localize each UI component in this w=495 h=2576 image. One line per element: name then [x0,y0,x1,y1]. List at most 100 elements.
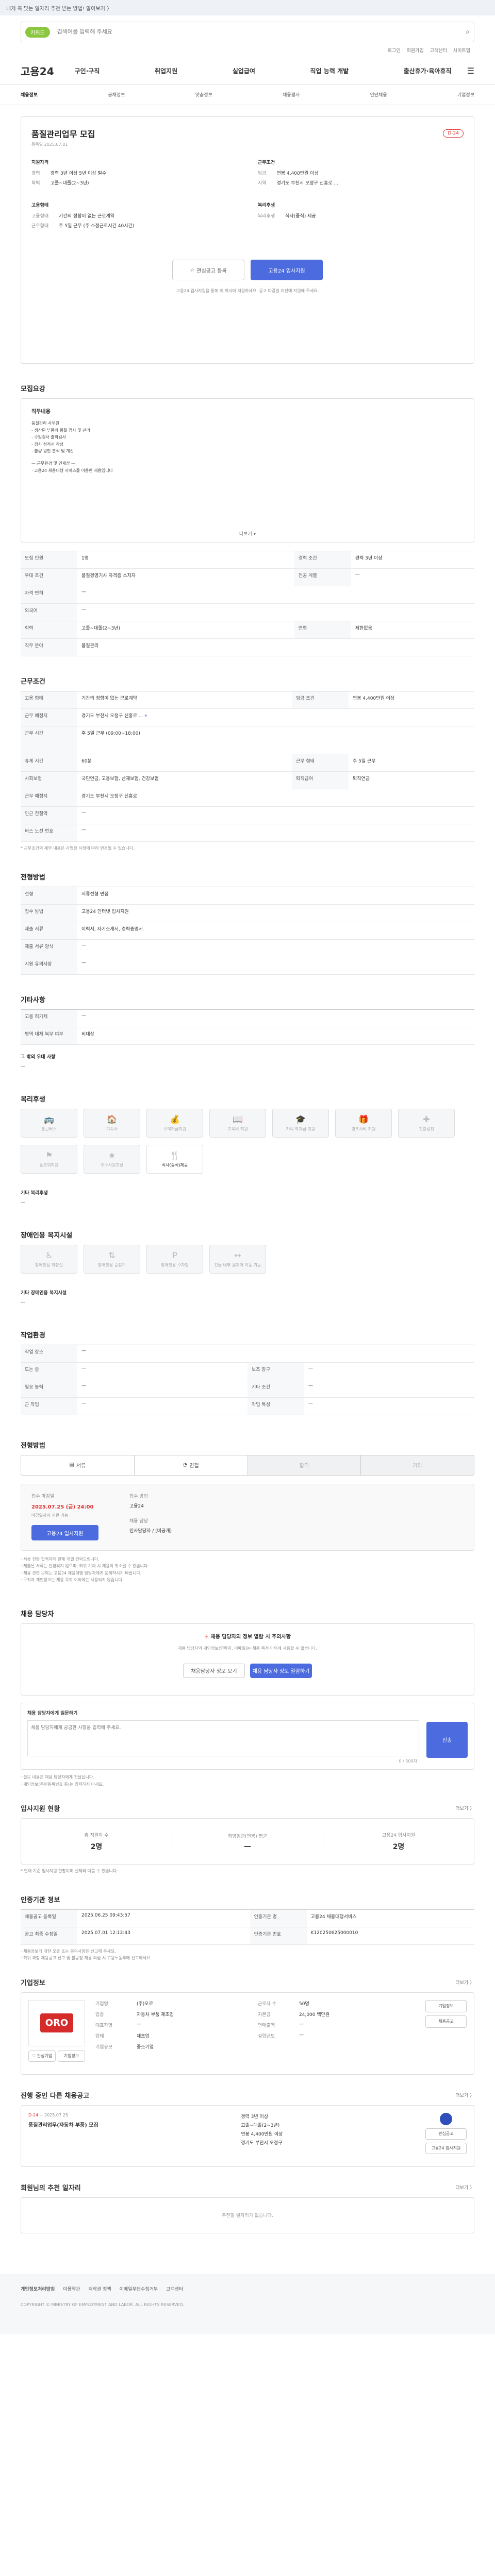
top-notice[interactable]: 내게 꼭 맞는 일자리 추천 받는 방법! 알아보기 〉 [6,4,112,12]
env-table: 작업 장소 — 도는 중 — 보조 장구 — 필요 능력 — 기타 조건 — 근 작업 — 작업 … [21,1344,474,1415]
qna-label: 채용 담당자에게 질문하기 [27,1710,78,1716]
cell-head: 도는 중 [21,1362,77,1380]
subnav-item[interactable]: 기업정보 [457,91,474,98]
welfare-label: 통근버스 [41,1126,57,1131]
recruit-table: 모집 인원 1명 경력 조건 경력 3년 이상 우대 조건 품질경영기사 자격증 소지자… [21,551,474,656]
top-notice-bar[interactable]: 내게 꼭 맞는 일자리 추천 받는 방법! 알아보기 〉 [0,0,495,15]
search-type-pill[interactable]: 키워드 [25,26,50,38]
footer-link[interactable]: 고객센터 [166,2285,183,2292]
welfare-other-value: — [21,1199,25,1205]
cell-head: 공고 최종 수정일 [21,1927,77,1945]
field-label: 지역 [258,181,267,186]
welfare-item: ⚑ 동호회지원 [21,1144,77,1174]
field-value: — [299,2021,304,2027]
subnav-item[interactable]: 맞춤정보 [195,91,212,98]
qna-textarea[interactable] [27,1720,419,1756]
cell: 비대상 [77,1027,474,1045]
apply-button[interactable]: 고용24 입사지원 [251,260,323,280]
company-info-button[interactable]: 기업정보 [58,2050,85,2062]
company-side-button[interactable]: 기업정보 [425,1999,467,2012]
cell-head: 근무 시간 [21,726,77,754]
search-icon[interactable]: ⌕ [466,28,470,36]
section-title-method: 전형방법 [21,1442,45,1450]
menu-benefit[interactable]: 실업급여 [233,66,255,75]
recommend-more-link[interactable]: 더보기 〉 [455,2184,474,2191]
menu-job[interactable]: 구인·구직 [75,66,100,75]
screen-table: 전형 서류전형 면접 접수 방법 고용24 인터넷 입사지원 제출 서류 이력서, 자… [21,886,474,975]
step-label: 면접 [189,1463,199,1469]
welfare-item: 📖 교육비 지원 [209,1108,266,1138]
field-label: 자본금 [258,2012,271,2018]
manager-open-button[interactable]: 채용 담당자 정보 열람하기 [250,1663,312,1678]
menu-icon[interactable]: ☰ [467,66,474,76]
footer-link[interactable]: 이메일무단수집거부 [120,2285,158,2292]
scrap-button[interactable]: ☆ 관심공고 등록 [172,260,244,280]
section-title-stats: 입사지원 현황 [21,1805,60,1814]
cell-head: 인증기관 번호 [250,1927,307,1945]
cell: — [77,806,474,824]
welfare-label: 건강검진 [419,1126,434,1131]
similar-more-link[interactable]: 더보기 〉 [455,2092,474,2098]
cell: — [77,824,474,842]
link-login[interactable]: 로그인 [388,47,401,54]
map-pin-icon[interactable]: ⌖ [144,714,147,719]
similar-scrap-button[interactable]: 관심공고 [425,2128,467,2140]
summary-label: 지원자격 [31,160,49,165]
similar-apply-button[interactable]: 고용24 입사지원 [425,2142,467,2154]
subnav-item[interactable]: 공채정보 [108,91,125,98]
step-etc: 기타 [360,1454,474,1476]
toilet-icon: ♿ [45,1250,53,1260]
method-apply-button[interactable]: 고용24 입사지원 [31,1525,98,1541]
site-logo[interactable]: 고용24 [21,63,54,78]
subnav-item[interactable]: 채용정보 [21,91,38,98]
menu-support[interactable]: 취업지원 [155,66,177,75]
cell: 2025.06.25 09:43:57 [77,1909,250,1927]
section-title-company: 기업정보 [21,1979,45,1987]
field-value: (주)오로 [137,2001,153,2007]
stats-note: * 현재 기준 입사지원 현황이며 실제와 다를 수 있습니다. [21,1869,118,1874]
subnav-item[interactable]: 인턴채용 [370,91,387,98]
cell: 기간의 정함이 없는 근로계약 [77,691,292,709]
section-title-env: 작업환경 [21,1331,45,1340]
company-more-link[interactable]: 더보기 〉 [455,1979,474,1986]
footer-link[interactable]: 개인정보처리방침 [21,2285,55,2292]
cell-head: 우대 조건 [21,568,77,586]
manager-view-button[interactable]: 채용담당자 정보 보기 [183,1663,245,1678]
cell-head: 전공 계열 [294,568,351,586]
similar-job-card[interactable]: D-24 ~ 2025.07.25 품질관리업무(자동차 부품) 모집 경력 3… [21,2105,474,2167]
subnav-item[interactable]: 채용행사 [283,91,300,98]
more-toggle[interactable]: 더보기 ▾ [21,530,474,537]
manager-alert-text: 채용 담당자의 정보 열람 시 주의사항 [210,1634,291,1640]
company-side-button[interactable]: 채용공고 [425,2015,467,2028]
stats-more-link[interactable]: 더보기 〉 [455,1805,474,1811]
link-sitemap[interactable]: 사이트맵 [453,47,470,54]
posted-date: 등록일 2025.07.01 [31,142,68,147]
qna-send-button[interactable]: 전송 [426,1721,468,1758]
link-signup[interactable]: 회원가입 [407,47,424,54]
field-label: 업종 [95,2012,104,2018]
similar-title[interactable]: 품질관리업무(자동차 부품) 모집 [28,2121,98,2128]
field-value: 경력 3년 이상 5년 이상 필수 [50,171,107,176]
note-line: · 채용정보에 대한 오류 또는 문의사항은 신고해 주세요. [21,1948,116,1954]
footer-link[interactable]: 이용약관 [63,2285,80,2292]
cell-head: 직무 분야 [21,638,77,656]
footer-link[interactable]: 저작권 정책 [88,2285,111,2292]
cell: 국민연금, 고용보험, 산재보험, 건강보험 [77,771,292,789]
cell: 고졸~대졸(2~3년) [77,621,294,639]
period-sub: 마감일까지 지원 가능 [31,1513,69,1518]
summary-grid: 지원자격 경력 경력 3년 이상 5년 이상 필수 학력 고졸~대졸(2~3년) 근… [31,159,464,229]
search-input[interactable] [57,29,466,35]
welfare-grid: 🚌 통근버스 🏠 기숙사 💰 주택자금지원 📖 교육비 지원 🎓 자녀 학자금 지원 🎁 경조사비 지… [21,1108,474,1174]
section-title-disabled: 장애인용 복지시설 [21,1231,73,1240]
menu-leave[interactable]: 출산휴가·육아휴직 [404,66,452,75]
cell-head: 보조 장구 [248,1362,304,1380]
cell-head: 사회보험 [21,771,77,789]
facility-label: 장애인용 화장실 [35,1262,63,1267]
field-value: 경기도 부천시 오정구 신흥로 ... [276,181,338,186]
link-help[interactable]: 고객센터 [430,47,447,54]
cell-head: 전형 [21,887,77,905]
menu-training[interactable]: 직업 능력 개발 [310,66,349,75]
cell-head: 인증기관 명 [250,1909,307,1927]
cell-head: 경력 조건 [294,551,351,569]
company-like-button[interactable]: ♡ 관심기업 [28,2050,56,2062]
